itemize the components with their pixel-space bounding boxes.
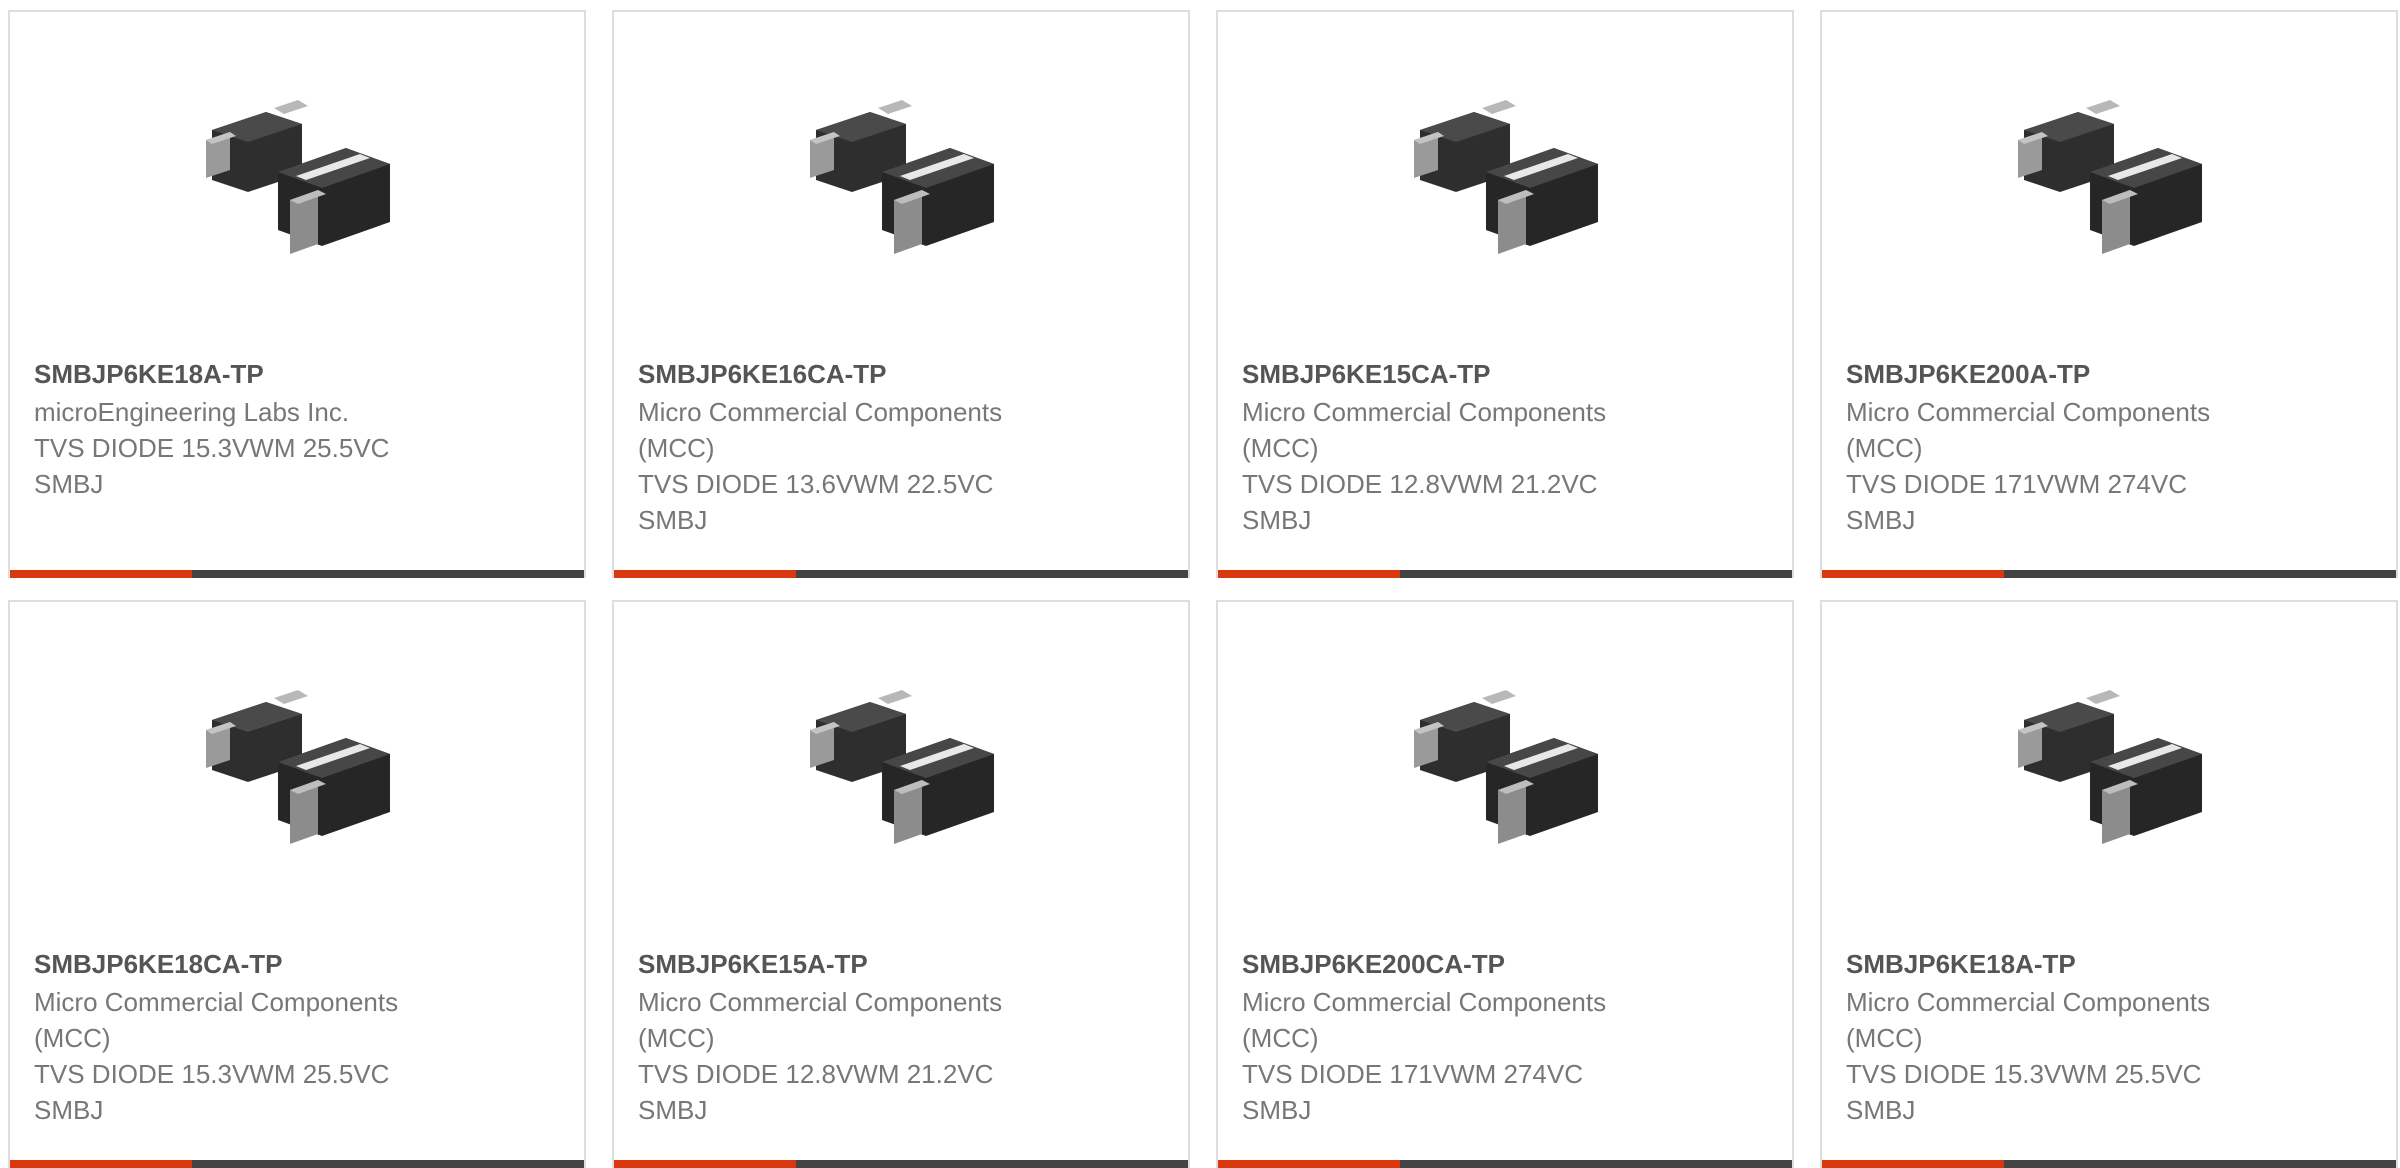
smbj-diode-package-image[interactable] [2006,82,2206,282]
product-card[interactable]: SMBJP6KE18A-TP Micro Commercial Componen… [1820,600,2398,1168]
manufacturer-name: Micro Commercial Components [1242,987,1607,1017]
product-description: TVS DIODE 15.3VWM 25.5VC [34,1059,390,1089]
smbj-diode-package-image[interactable] [798,672,998,872]
card-accent-bar [614,570,796,578]
product-description: TVS DIODE 15.3VWM 25.5VC [1846,1059,2202,1089]
smbj-diode-package-image[interactable] [1402,82,1602,282]
smbj-diode-package-image[interactable] [194,672,394,872]
manufacturer-name-continued: (MCC) [638,1023,715,1053]
product-description: TVS DIODE 171VWM 274VC [1846,469,2187,499]
smbj-diode-package-image[interactable] [194,82,394,282]
product-package: SMBJ [1242,1095,1312,1125]
part-number-link[interactable]: SMBJP6KE200A-TP [1846,356,2286,392]
part-number-link[interactable]: SMBJP6KE18A-TP [1846,946,2286,982]
product-package: SMBJ [1846,1095,1916,1125]
manufacturer-name: Micro Commercial Components [1846,987,2211,1017]
diode-package-icon [1414,100,1598,254]
part-number-link[interactable]: SMBJP6KE18CA-TP [34,946,474,982]
manufacturer-name-continued: (MCC) [34,1023,111,1053]
diode-package-icon [810,100,994,254]
diode-package-icon [2018,690,2202,844]
product-card[interactable]: SMBJP6KE15A-TP Micro Commercial Componen… [612,600,1190,1168]
manufacturer-name-continued: (MCC) [1242,1023,1319,1053]
diode-package-icon [2018,100,2202,254]
diode-package-icon [206,100,390,254]
product-card[interactable]: SMBJP6KE200A-TP Micro Commercial Compone… [1820,10,2398,578]
manufacturer-name-continued: (MCC) [638,433,715,463]
manufacturer-name-continued: (MCC) [1846,1023,1923,1053]
product-card[interactable]: SMBJP6KE16CA-TP Micro Commercial Compone… [612,10,1190,578]
product-description: TVS DIODE 12.8VWM 21.2VC [1242,469,1598,499]
product-card[interactable]: SMBJP6KE200CA-TP Micro Commercial Compon… [1216,600,1794,1168]
product-package: SMBJ [1242,505,1312,535]
manufacturer-name: Micro Commercial Components [34,987,399,1017]
product-info: SMBJP6KE18A-TP microEngineering Labs Inc… [34,356,474,502]
card-accent-bar [1218,570,1400,578]
product-info: SMBJP6KE16CA-TP Micro Commercial Compone… [638,356,1078,538]
part-number-link[interactable]: SMBJP6KE15A-TP [638,946,1078,982]
product-package: SMBJ [638,1095,708,1125]
card-footer-bar [10,570,584,578]
product-description: TVS DIODE 12.8VWM 21.2VC [638,1059,994,1089]
product-info: SMBJP6KE18A-TP Micro Commercial Componen… [1846,946,2286,1128]
part-number-link[interactable]: SMBJP6KE200CA-TP [1242,946,1682,982]
card-footer-bar [1822,570,2396,578]
product-package: SMBJ [34,1095,104,1125]
product-package: SMBJ [1846,505,1916,535]
manufacturer-name: Micro Commercial Components [638,987,1003,1017]
part-number-link[interactable]: SMBJP6KE16CA-TP [638,356,1078,392]
product-grid: SMBJP6KE18A-TP microEngineering Labs Inc… [8,10,2398,1168]
smbj-diode-package-image[interactable] [798,82,998,282]
smbj-diode-package-image[interactable] [2006,672,2206,872]
product-package: SMBJ [638,505,708,535]
product-card[interactable]: SMBJP6KE18CA-TP Micro Commercial Compone… [8,600,586,1168]
product-info: SMBJP6KE15A-TP Micro Commercial Componen… [638,946,1078,1128]
product-card[interactable]: SMBJP6KE18A-TP microEngineering Labs Inc… [8,10,586,578]
product-info: SMBJP6KE200A-TP Micro Commercial Compone… [1846,356,2286,538]
smbj-diode-package-image[interactable] [1402,672,1602,872]
card-footer-bar [1218,570,1792,578]
card-accent-bar [10,570,192,578]
manufacturer-name-continued: (MCC) [1242,433,1319,463]
manufacturer-name-continued: (MCC) [1846,433,1923,463]
manufacturer-name: Micro Commercial Components [638,397,1003,427]
product-description: TVS DIODE 13.6VWM 22.5VC [638,469,994,499]
manufacturer-name: microEngineering Labs Inc. [34,397,350,427]
card-accent-bar [1822,570,2004,578]
product-card[interactable]: SMBJP6KE15CA-TP Micro Commercial Compone… [1216,10,1794,578]
product-info: SMBJP6KE200CA-TP Micro Commercial Compon… [1242,946,1682,1128]
card-footer-bar [614,570,1188,578]
product-package: SMBJ [34,469,104,499]
product-info: SMBJP6KE18CA-TP Micro Commercial Compone… [34,946,474,1128]
diode-package-icon [810,690,994,844]
part-number-link[interactable]: SMBJP6KE15CA-TP [1242,356,1682,392]
manufacturer-name: Micro Commercial Components [1242,397,1607,427]
product-info: SMBJP6KE15CA-TP Micro Commercial Compone… [1242,356,1682,538]
manufacturer-name: Micro Commercial Components [1846,397,2211,427]
diode-package-icon [1414,690,1598,844]
product-description: TVS DIODE 15.3VWM 25.5VC [34,433,390,463]
product-description: TVS DIODE 171VWM 274VC [1242,1059,1583,1089]
diode-package-icon [206,690,390,844]
part-number-link[interactable]: SMBJP6KE18A-TP [34,356,474,392]
